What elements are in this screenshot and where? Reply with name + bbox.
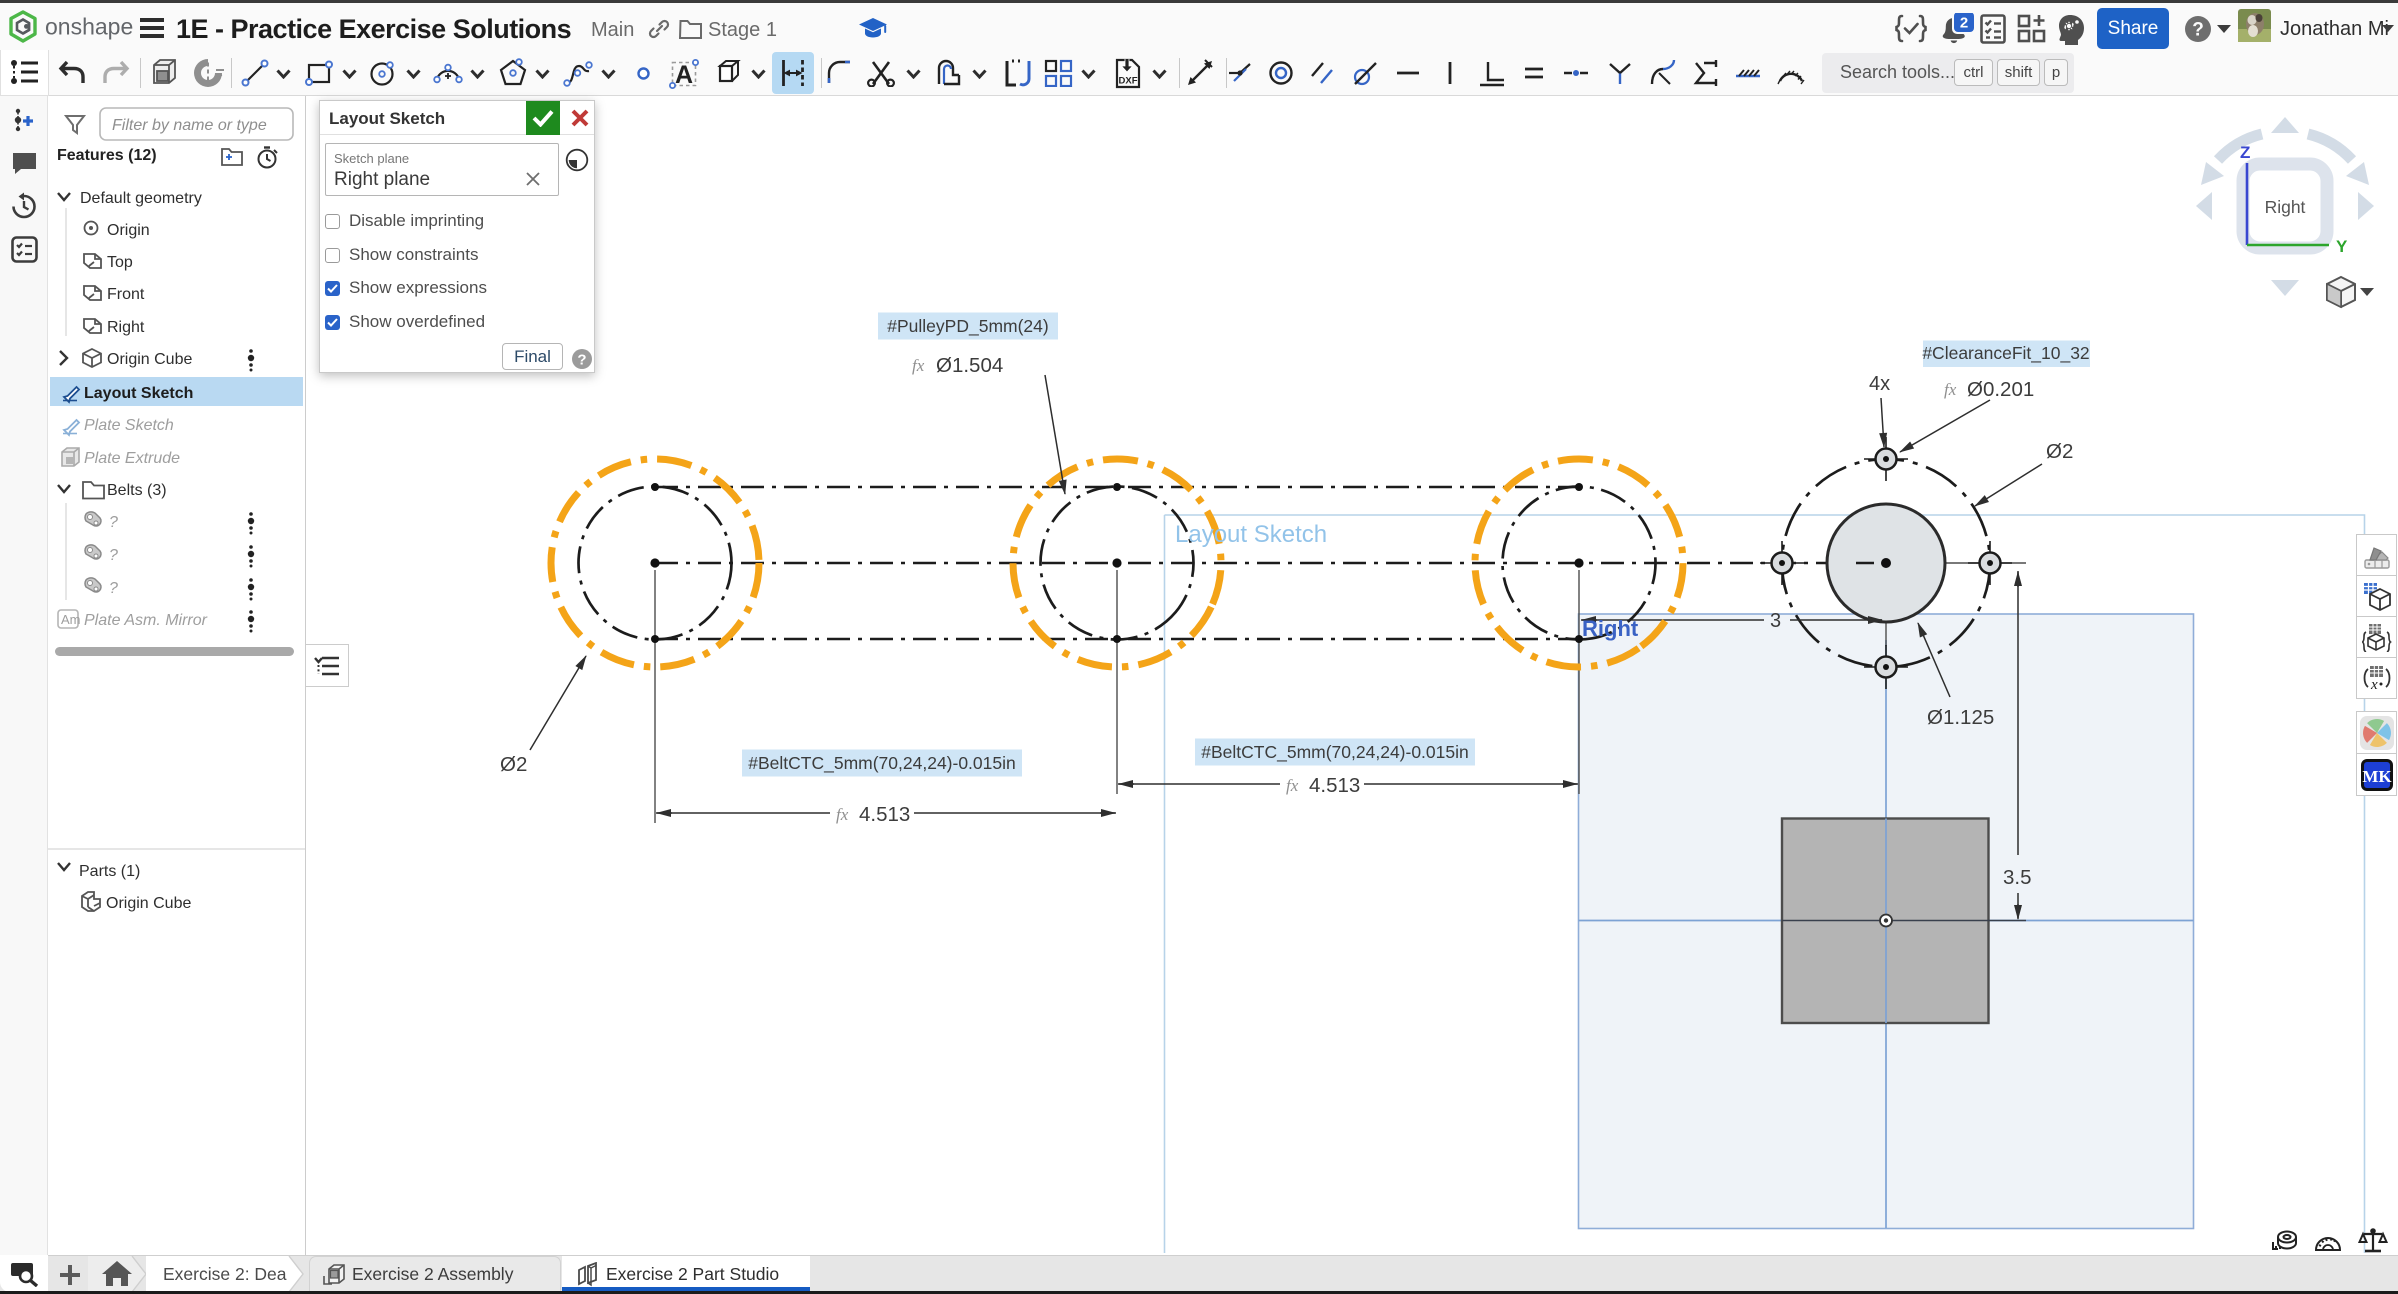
svg-text:Right: Right <box>1582 616 1639 641</box>
svg-text:#ClearanceFit_10_32: #ClearanceFit_10_32 <box>1922 343 2089 364</box>
svg-text:Plate Extrude: Plate Extrude <box>84 450 180 467</box>
svg-text:Origin: Origin <box>107 222 150 239</box>
svg-text:fx: fx <box>1286 776 1299 795</box>
svg-text:Ø2: Ø2 <box>500 753 527 776</box>
svg-text:Right: Right <box>2265 197 2306 217</box>
svg-text:3: 3 <box>1770 610 1781 632</box>
svg-text:A: A <box>675 61 693 89</box>
svg-text:Y: Y <box>2336 237 2348 256</box>
svg-text:Ø2: Ø2 <box>2046 440 2073 463</box>
svg-text:Default geometry: Default geometry <box>80 190 202 207</box>
svg-text:Ø1.125: Ø1.125 <box>1927 706 1994 729</box>
svg-text:4x: 4x <box>1869 373 1890 395</box>
svg-text:4.513: 4.513 <box>1309 774 1360 797</box>
svg-text:Layout Sketch: Layout Sketch <box>84 385 193 402</box>
svg-text:Plate Sketch: Plate Sketch <box>84 417 174 434</box>
svg-text:Layout Sketch: Layout Sketch <box>1175 521 1327 548</box>
svg-text:Top: Top <box>107 254 133 271</box>
svg-text:?: ? <box>577 352 586 369</box>
svg-text:fx: fx <box>836 805 849 824</box>
svg-text:Filter by name or type: Filter by name or type <box>112 117 267 134</box>
svg-text:?: ? <box>109 547 118 564</box>
svg-text:Parts (1): Parts (1) <box>79 863 140 880</box>
svg-text:Am: Am <box>61 612 81 627</box>
svg-text:Ø1.504: Ø1.504 <box>936 354 1003 377</box>
svg-text:Front: Front <box>107 286 145 303</box>
svg-text:#BeltCTC_5mm(70,24,24)-0.015in: #BeltCTC_5mm(70,24,24)-0.015in <box>1201 742 1469 763</box>
svg-text:?: ? <box>2192 20 2204 41</box>
svg-text:?: ? <box>109 580 118 597</box>
svg-text:Origin Cube: Origin Cube <box>106 895 191 912</box>
svg-text:fx: fx <box>912 356 925 375</box>
svg-text:4.513: 4.513 <box>859 803 910 826</box>
svg-text:x: x <box>2370 677 2378 693</box>
svg-text:Z: Z <box>2240 143 2250 162</box>
svg-text:onshape: onshape <box>45 14 133 40</box>
svg-text:2: 2 <box>1960 15 1968 32</box>
svg-text:MK: MK <box>2362 767 2392 786</box>
svg-text:Ø0.201: Ø0.201 <box>1967 378 2034 401</box>
svg-text:Features (12): Features (12) <box>57 147 157 164</box>
svg-text:#PulleyPD_5mm(24): #PulleyPD_5mm(24) <box>887 316 1048 337</box>
svg-text:Plate Asm. Mirror: Plate Asm. Mirror <box>84 612 208 629</box>
svg-text:#BeltCTC_5mm(70,24,24)-0.015in: #BeltCTC_5mm(70,24,24)-0.015in <box>748 753 1016 774</box>
svg-text:fx: fx <box>1944 380 1957 399</box>
svg-text:3.5: 3.5 <box>2003 866 2032 889</box>
svg-text:DXF: DXF <box>1119 76 1138 87</box>
svg-text:?: ? <box>109 514 118 531</box>
svg-text:Origin Cube: Origin Cube <box>107 351 192 368</box>
svg-text:Right: Right <box>107 319 145 336</box>
svg-text:Belts (3): Belts (3) <box>107 482 167 499</box>
